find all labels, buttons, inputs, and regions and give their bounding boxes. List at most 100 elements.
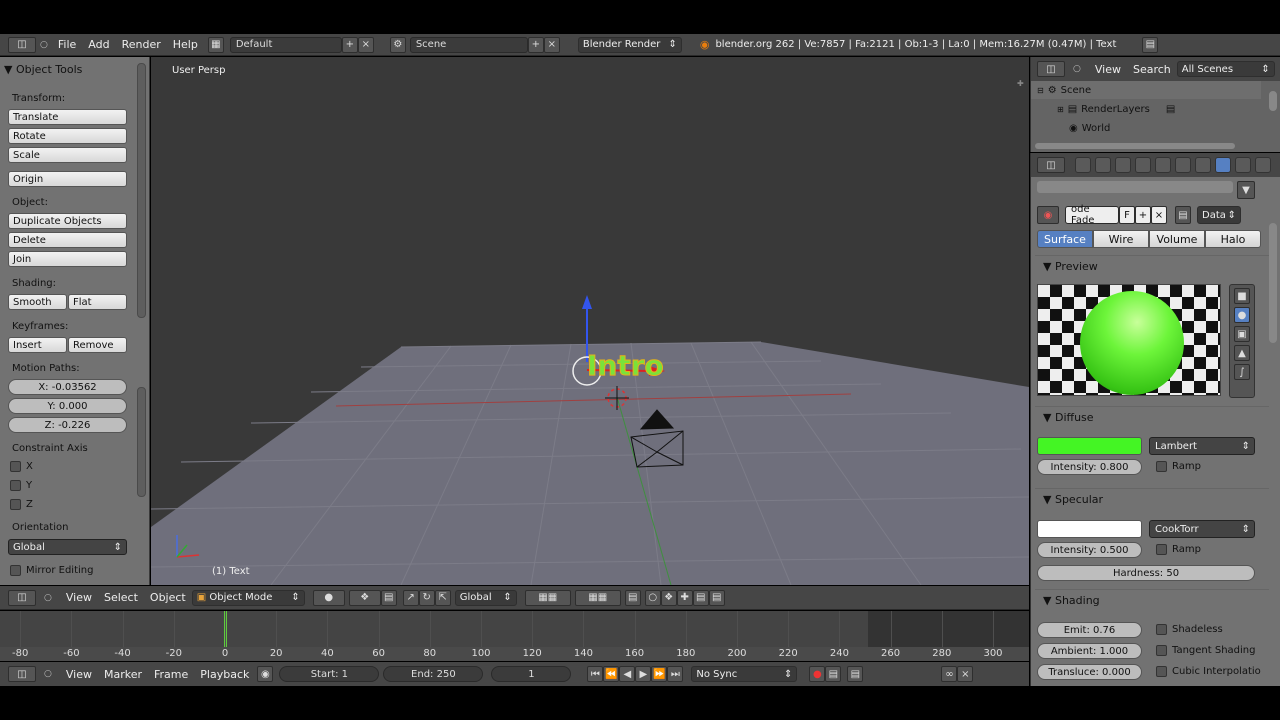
tool-shelf-scrollbar-lower[interactable] [137, 387, 146, 497]
timeline-ruler[interactable] [0, 647, 1029, 661]
material-name-field[interactable]: ode Fade [1065, 204, 1119, 226]
screen-layout-field[interactable]: Default [229, 36, 342, 53]
shadeless-checkbox[interactable] [1156, 624, 1167, 635]
collapse-menu-icon[interactable]: ○ [44, 669, 52, 679]
timeline-editor-type-icon[interactable]: ◫ [8, 666, 36, 682]
snap-element-icon[interactable]: ✚ [676, 589, 693, 606]
outliner-scrollbar[interactable] [1269, 91, 1277, 111]
specular-ramp-checkbox[interactable] [1156, 544, 1167, 555]
hardness-field[interactable]: Hardness: 50 [1037, 565, 1255, 581]
z-arrow-icon[interactable] [582, 295, 592, 309]
manipulator-toggle-icon[interactable]: ▤ [380, 589, 397, 606]
outliner-menu-search[interactable]: Search [1133, 63, 1171, 76]
menu-select[interactable]: Select [104, 591, 138, 604]
collapse-menu-icon[interactable]: ○ [1073, 64, 1081, 74]
proportional-edit-icon[interactable]: ○ [644, 589, 661, 606]
viewport-editor-type-icon[interactable]: ◫ [8, 589, 36, 606]
specular-panel-header[interactable]: ▼ Specular [1043, 493, 1103, 506]
texture-context-icon[interactable] [1235, 157, 1251, 173]
preview-flat-icon[interactable]: ■ [1234, 288, 1250, 304]
rotate-button[interactable]: Rotate [8, 128, 127, 144]
remove-scene-icon[interactable]: × [543, 36, 560, 53]
sync-mode-select[interactable]: No Sync ⇕ [691, 666, 798, 682]
modifiers-context-icon[interactable] [1175, 157, 1191, 173]
z-value-field[interactable]: Z: -0.226 [8, 417, 127, 433]
outliner-row-renderlayers[interactable]: ⊞ ▤ RenderLayers ▤ [1031, 100, 1261, 118]
render-icon[interactable]: ▤ [1166, 104, 1175, 115]
specular-intensity-field[interactable]: Intensity: 0.500 [1037, 542, 1142, 558]
duplicate-objects-button[interactable]: Duplicate Objects [8, 213, 127, 229]
diffuse-color-swatch[interactable] [1037, 437, 1142, 455]
menu-object[interactable]: Object [150, 591, 186, 604]
material-browse-icon[interactable]: ◉ [1037, 206, 1059, 224]
origin-button[interactable]: Origin [8, 171, 127, 187]
timeline-area[interactable]: -80 -60 -40 -20 0 20 40 60 80 100 120 140 160 180 200 2… [0, 611, 1029, 661]
link-data-select[interactable]: Data ⇕ [1197, 206, 1241, 224]
timeline-menu-frame[interactable]: Frame [154, 668, 188, 681]
play-reverse-icon[interactable]: ◀ [619, 666, 636, 682]
scene-context-icon[interactable] [1095, 157, 1111, 173]
record-icon[interactable]: ● [809, 666, 826, 682]
layers-grid-2-icon[interactable]: ▦▦ [574, 589, 621, 606]
diffuse-panel-header[interactable]: ▼ Diffuse [1043, 411, 1094, 424]
shading-panel-header[interactable]: ▼ Shading [1043, 594, 1100, 607]
scale-button[interactable]: Scale [8, 147, 127, 163]
layers-grid-1-icon[interactable]: ▦▦ [524, 589, 571, 606]
timeline-menu-view[interactable]: View [66, 668, 92, 681]
timeline-menu-marker[interactable]: Marker [104, 668, 142, 681]
tangent-shading-checkbox[interactable] [1156, 645, 1167, 656]
jump-start-icon[interactable]: ⏮ [587, 666, 604, 682]
expand-icon[interactable]: ⊞ [1057, 105, 1064, 114]
jump-end-icon[interactable]: ⏭ [667, 666, 684, 682]
insert-keyframe-button[interactable]: Insert [8, 337, 67, 353]
preview-monkey-icon[interactable]: ▲ [1234, 345, 1250, 361]
lock-layers-icon[interactable]: ▤ [624, 589, 641, 606]
preview-sphere-icon[interactable]: ● [1234, 307, 1250, 323]
timeline-menu-playback[interactable]: Playback [200, 668, 249, 681]
translate-button[interactable]: Translate [8, 109, 127, 125]
constraints-context-icon[interactable] [1155, 157, 1171, 173]
preview-hair-icon[interactable]: ∫ [1234, 364, 1250, 380]
object-tools-panel-title[interactable]: ▼ Object Tools [4, 63, 82, 76]
fullscreen-icon[interactable]: ▤ [1142, 36, 1159, 53]
diffuse-ramp-checkbox[interactable] [1156, 461, 1167, 472]
outliner-hscrollbar[interactable] [1035, 143, 1235, 149]
expand-icon[interactable]: ⊟ [1037, 86, 1044, 95]
add-scene-icon[interactable]: + [527, 36, 544, 53]
add-layout-icon[interactable]: + [341, 36, 358, 53]
scene-field[interactable]: Scene [409, 36, 528, 53]
current-frame-field[interactable]: 1 [491, 666, 572, 682]
object-context-icon[interactable] [1135, 157, 1151, 173]
jump-keyframe-back-icon[interactable]: ⏪ [603, 666, 620, 682]
tab-surface[interactable]: Surface [1037, 230, 1093, 248]
world-context-icon[interactable] [1115, 157, 1131, 173]
unlink-material-icon[interactable]: × [1151, 206, 1167, 224]
diffuse-shader-select[interactable]: Lambert ⇕ [1149, 437, 1255, 455]
render-engine-select[interactable]: Blender Render ⇕ [577, 36, 682, 53]
snap-toggle-icon[interactable]: ❖ [660, 589, 677, 606]
data-context-icon[interactable] [1195, 157, 1211, 173]
mode-select[interactable]: ▣ Object Mode ⇕ [191, 589, 305, 606]
viewport-corner-icon[interactable]: ✚ [1017, 79, 1025, 88]
insert-keyframe-icon[interactable]: ▤ [847, 666, 864, 682]
ambient-field[interactable]: Ambient: 1.000 [1037, 643, 1142, 659]
render-preview-icon[interactable]: ▤ [692, 589, 709, 606]
outliner-filter-select[interactable]: All Scenes ⇕ [1176, 61, 1275, 77]
menu-help[interactable]: Help [173, 38, 198, 51]
preview-cube-icon[interactable]: ▣ [1234, 326, 1250, 342]
remove-keyframe-button[interactable]: Remove [68, 337, 127, 353]
join-button[interactable]: Join [8, 251, 127, 267]
y-value-field[interactable]: Y: 0.000 [8, 398, 127, 414]
link-icon[interactable]: ∞ [941, 666, 958, 682]
play-icon[interactable]: ▶ [635, 666, 652, 682]
3d-viewport[interactable]: Intro User Persp (1) Text ✚ [151, 57, 1029, 585]
scale-manipulator-icon[interactable]: ⇱ [434, 589, 451, 606]
tab-halo[interactable]: Halo [1205, 230, 1261, 248]
particles-context-icon[interactable] [1255, 157, 1271, 173]
node-icon[interactable]: ▤ [1175, 206, 1191, 224]
end-frame-field[interactable]: End: 250 [383, 666, 484, 682]
outliner-row-scene[interactable]: ⊟ ⚙ Scene [1031, 81, 1261, 99]
menu-add[interactable]: Add [88, 38, 109, 51]
mirror-editing-checkbox[interactable] [10, 565, 21, 576]
start-frame-field[interactable]: Start: 1 [279, 666, 380, 682]
